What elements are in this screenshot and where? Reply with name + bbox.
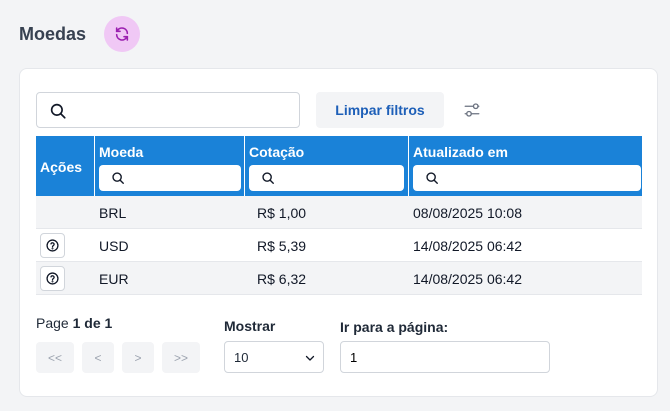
question-circle-icon [46,272,59,285]
page-size-select[interactable]: 10 [224,341,324,373]
page-size-label: Mostrar [224,318,276,334]
table-row: USD R$ 5,39 14/08/2025 06:42 [36,229,642,262]
search-icon [112,172,124,184]
next-page-button[interactable]: > [122,342,154,373]
help-button[interactable] [40,266,65,291]
question-circle-icon [46,239,59,252]
column-label: Cotação [249,144,305,160]
goto-page-input[interactable] [340,341,550,373]
cell-moeda: EUR [99,271,129,287]
search-input[interactable] [77,99,292,121]
goto-page-label: Ir para a página: [340,319,449,335]
cell-atualizado: 14/08/2025 06:42 [413,238,522,254]
currency-table: Ações Moeda Cotação Atualizado em BRL R$… [36,136,642,295]
first-page-button[interactable]: << [36,342,74,373]
cell-cotacao: R$ 1,00 [257,205,307,221]
global-search[interactable] [36,92,300,128]
moeda-filter-input[interactable] [131,168,235,188]
table-header: Ações Moeda Cotação Atualizado em [36,136,642,196]
column-label: Atualizado em [413,144,508,160]
cell-cotacao: R$ 5,39 [257,238,307,254]
page-title: Moedas [19,24,87,44]
atualizado-filter-input[interactable] [445,168,635,188]
refresh-button[interactable] [104,16,140,52]
search-icon [426,172,438,184]
cotacao-filter[interactable] [249,165,404,191]
column-header-acoes: Ações [36,136,95,196]
table-row: BRL R$ 1,00 08/08/2025 10:08 [36,196,642,229]
cell-atualizado: 14/08/2025 06:42 [413,271,522,287]
cell-atualizado: 08/08/2025 10:08 [413,205,522,221]
help-button[interactable] [40,233,65,258]
column-label: Ações [40,159,83,175]
cell-moeda: BRL [99,205,127,221]
last-page-button[interactable]: >> [162,342,200,373]
search-icon [50,103,66,119]
clear-filters-button[interactable]: Limpar filtros [316,92,444,128]
atualizado-filter[interactable] [413,165,641,191]
prev-page-button[interactable]: < [82,342,114,373]
column-header-cotacao: Cotação [245,136,409,196]
moeda-filter[interactable] [99,165,241,191]
table-row: EUR R$ 6,32 14/08/2025 06:42 [36,262,642,295]
page-indicator: Page 1 de 1 [36,315,112,331]
page-prefix: Page [36,315,69,331]
page-size-value: 10 [234,350,249,365]
cotacao-filter-input[interactable] [281,168,399,188]
refresh-icon [115,27,129,41]
cell-cotacao: R$ 6,32 [257,271,307,287]
search-icon [262,172,274,184]
column-header-atualizado: Atualizado em [409,136,642,196]
column-label: Moeda [99,144,144,160]
page-current: 1 de 1 [72,315,113,331]
column-header-moeda: Moeda [95,136,245,196]
currency-card: Limpar filtros Ações Moeda Cotação Atual… [19,68,658,397]
chevron-down-icon [305,355,315,361]
cell-moeda: USD [99,238,129,254]
sliders-icon[interactable] [463,101,481,119]
